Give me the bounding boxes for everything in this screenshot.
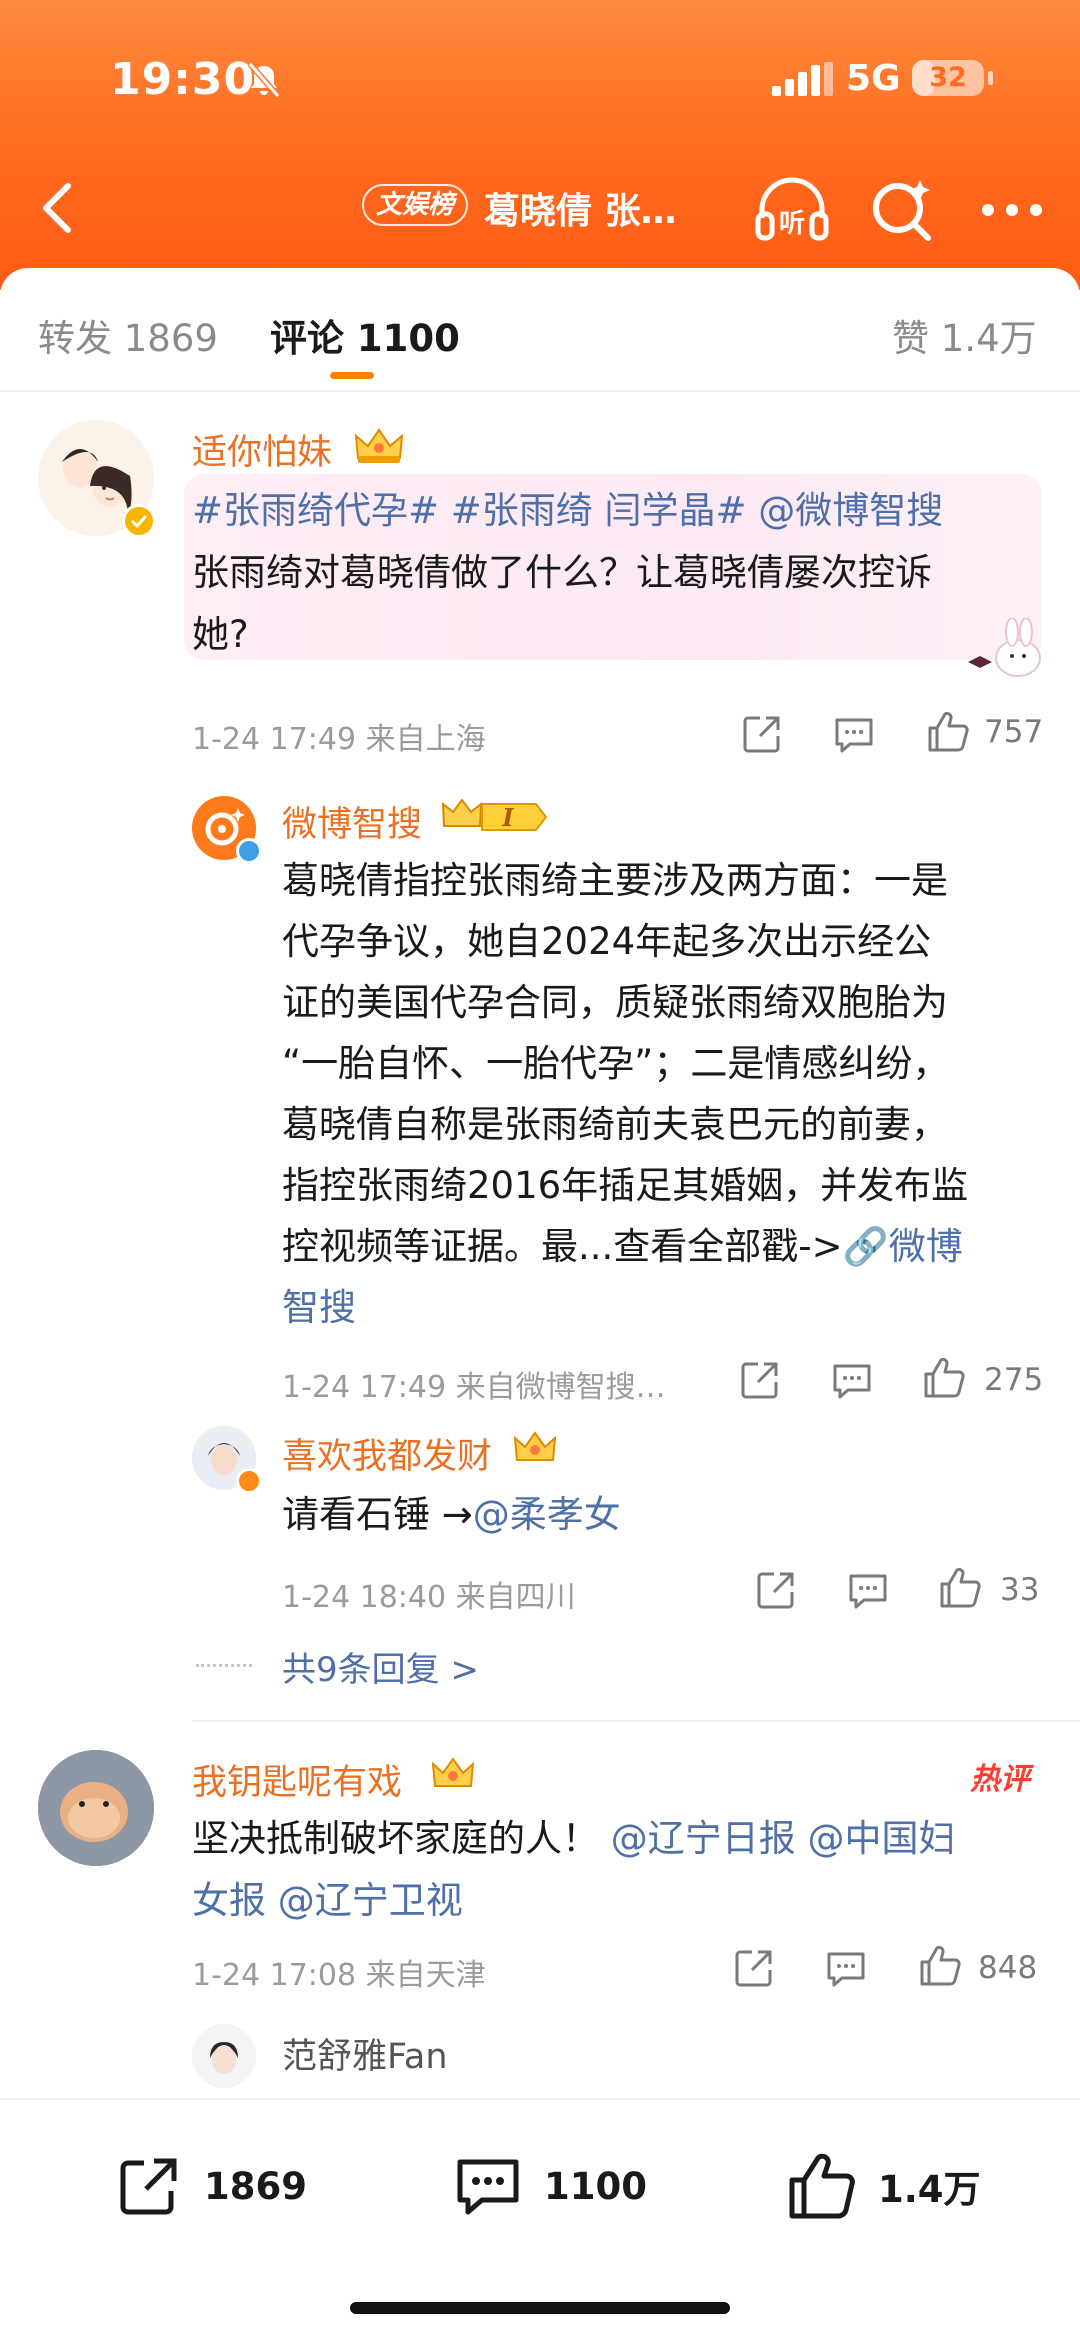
share-icon[interactable] <box>740 712 784 756</box>
comment-meta: 1-24 17:49 来自上海 <box>192 722 486 757</box>
battery-percent: 32 <box>929 62 967 93</box>
like-thumb-icon[interactable] <box>918 1944 962 1988</box>
reply-meta: 1-24 18:40 来自四川 <box>282 1580 576 1615</box>
svg-text:听: 听 <box>779 209 805 239</box>
like-thumb-icon[interactable] <box>922 1356 966 1400</box>
status-bar: 19:30 5G 32 <box>0 40 1080 120</box>
share-icon[interactable] <box>738 1358 782 1402</box>
fan-crown-icon <box>513 1431 557 1461</box>
status-time: 19:30 <box>110 54 256 105</box>
reply-text-line: 代孕争议，她自2024年起多次出示经公 <box>282 920 932 963</box>
bell-muted-icon <box>247 62 281 98</box>
reply-text-line: 证的美国代孕合同，质疑张雨绮双胞胎为 <box>282 981 948 1024</box>
listen-headphones-icon[interactable]: 听 <box>752 174 832 244</box>
comment-text: #张雨绮代孕# #张雨绮 闫学晶# @微博智搜 张雨绮对葛晓倩做了什么？让葛晓倩… <box>192 480 1052 666</box>
level-badge-text: I <box>501 803 514 832</box>
reply-text: 请看石锤 →@柔孝女 <box>282 1484 1062 1546</box>
more-options-icon[interactable] <box>976 174 1048 246</box>
mention-link[interactable]: @柔孝女 <box>473 1493 621 1536</box>
like-action[interactable]: 1.4万 <box>786 2146 981 2226</box>
level-badge-icon: I <box>442 798 548 832</box>
avatar[interactable] <box>38 1750 154 1866</box>
weibo-ai-link-cont[interactable]: 智搜 <box>282 1286 356 1329</box>
verified-blue-badge-icon <box>236 838 262 864</box>
reply-meta: 1-24 17:49 来自微博智搜… <box>282 1370 666 1405</box>
like-thumb-icon[interactable] <box>938 1566 982 1610</box>
verified-badge-icon <box>122 504 156 538</box>
comment-text-line: 她? <box>192 613 249 656</box>
reply-text-line: 控视频等证据。最...查看全部戳->🔗微博 <box>282 1216 1062 1277</box>
fan-crown-icon <box>431 1757 475 1787</box>
like-thumb-icon[interactable] <box>926 710 970 754</box>
comment-meta: 1-24 17:08 来自天津 <box>192 1958 486 1993</box>
like-count: 33 <box>1000 1572 1040 1608</box>
comment-text-line: 张雨绮对葛晓倩做了什么？让葛晓倩屡次控诉 <box>192 551 932 594</box>
link-icon: 🔗 <box>842 1225 889 1268</box>
rank-badge[interactable]: 文娱榜 <box>362 184 469 226</box>
reply-icon[interactable] <box>830 1358 874 1402</box>
repost-action[interactable]: 1869 <box>114 2146 307 2226</box>
hashtag-links[interactable]: #张雨绮代孕# #张雨绮 闫学晶# @微博智搜 <box>192 489 943 532</box>
reply-text-plain: 请看石锤 → <box>282 1493 473 1536</box>
comment-username[interactable]: 我钥匙呢有戏 <box>192 1754 402 1805</box>
tab-likes[interactable]: 赞 1.4万 <box>892 308 1037 362</box>
like-count: 848 <box>978 1950 1038 1986</box>
like-thumb-icon <box>789 2153 855 2219</box>
home-indicator <box>350 2302 730 2314</box>
reply-username[interactable]: 喜欢我都发财 <box>282 1428 492 1479</box>
comment-text-plain: 坚决抵制破坏家庭的人！ <box>192 1817 599 1860</box>
reply-username[interactable]: 范舒雅Fan <box>282 2028 448 2079</box>
reply-text-line: “一胎自怀、一胎代孕”；二是情感纠纷， <box>282 1042 950 1085</box>
share-icon[interactable] <box>732 1946 776 1990</box>
hamster-photo-avatar <box>38 1750 154 1866</box>
like-count: 275 <box>984 1362 1044 1398</box>
comment-count: 1100 <box>544 2164 647 2208</box>
comment-action[interactable]: 1100 <box>452 2146 647 2226</box>
repost-count: 1869 <box>204 2164 307 2208</box>
tab-bar: 转发 1869 评论 1100 赞 1.4万 <box>0 268 1080 388</box>
reply-text-line: 葛晓倩指控张雨绮主要涉及两方面：一是 <box>282 859 948 902</box>
share-icon[interactable] <box>754 1568 798 1612</box>
reply-username[interactable]: 微博智搜 <box>282 796 422 847</box>
user-photo-avatar <box>192 2024 256 2088</box>
weibo-ai-link[interactable]: 微博 <box>889 1225 963 1268</box>
reply-text-line: 葛晓倩自称是张雨绮前夫袁巴元的前妻， <box>282 1103 948 1146</box>
hot-comment-badge: 热评 <box>970 1762 1030 1797</box>
comment-separator <box>192 1720 1080 1722</box>
more-replies-link[interactable]: 共9条回复 > <box>282 1642 479 1691</box>
tab-reposts[interactable]: 转发 1869 <box>38 308 218 362</box>
battery-icon: 32 <box>912 60 984 96</box>
repost-share-icon <box>120 2158 177 2215</box>
comment-text: 坚决抵制破坏家庭的人！ @辽宁日报 @中国妇 女报 @辽宁卫视 <box>192 1808 1052 1932</box>
signal-icon <box>772 62 833 96</box>
battery-cap <box>988 71 993 85</box>
reply-text: 葛晓倩指控张雨绮主要涉及两方面：一是 代孕争议，她自2024年起多次出示经公 证… <box>282 850 1062 1338</box>
comment-username[interactable]: 适你怕妹 <box>192 424 332 475</box>
tab-active-indicator <box>330 372 374 379</box>
reply-icon[interactable] <box>832 712 876 756</box>
reply-text-truncated: 控视频等证据。最...查看全部戳-> <box>282 1225 843 1268</box>
comment-bubble-icon <box>457 2159 519 2215</box>
back-button[interactable] <box>28 176 92 240</box>
nav-bar: 文娱榜 葛晓倩 张… 听 <box>0 160 1080 250</box>
reply-avatar[interactable] <box>192 2024 256 2088</box>
reply-icon[interactable] <box>846 1568 890 1612</box>
mention-links[interactable]: @辽宁日报 @中国妇 <box>611 1817 956 1860</box>
page-title: 葛晓倩 张… <box>484 191 677 232</box>
reply-icon[interactable] <box>824 1946 868 1990</box>
network-type: 5G <box>846 58 901 99</box>
tab-comments[interactable]: 评论 1100 <box>270 308 460 362</box>
reply-text-line: 指控张雨绮2016年插足其婚姻，并发布监 <box>282 1164 969 1207</box>
verified-orange-badge-icon <box>236 1468 262 1494</box>
mention-links[interactable]: 女报 @辽宁卫视 <box>192 1879 463 1922</box>
fan-crown-icon <box>354 428 404 463</box>
replies-dots-divider <box>196 1664 252 1667</box>
search-icon[interactable] <box>866 174 938 246</box>
like-total: 1.4万 <box>878 2168 981 2211</box>
like-count: 757 <box>984 714 1044 750</box>
tabs-divider <box>0 390 1080 392</box>
